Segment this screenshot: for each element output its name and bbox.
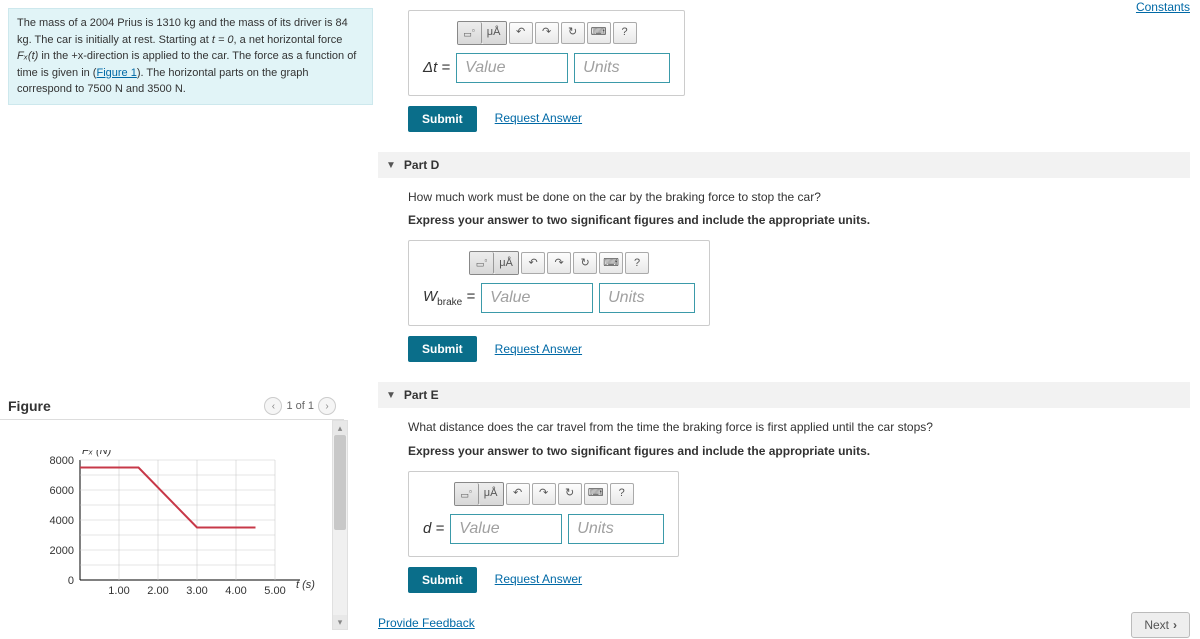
var-fx: Fₓ(t)	[17, 50, 38, 62]
units-button[interactable]: μÅ	[479, 483, 503, 505]
problem-statement: The mass of a 2004 Prius is 1310 kg and …	[8, 8, 373, 105]
problem-text: and 3500	[123, 83, 175, 95]
scroll-down-icon[interactable]: ▾	[333, 615, 347, 629]
keyboard-button[interactable]: ⌨	[599, 252, 623, 274]
xtick: 5.00	[264, 585, 285, 597]
redo-button[interactable]: ↷	[535, 22, 559, 44]
redo-button[interactable]: ↷	[532, 483, 556, 505]
units-input-d[interactable]	[599, 283, 695, 313]
ytick: 4000	[50, 515, 74, 527]
part-d-instructions: Express your answer to two significant f…	[408, 211, 1178, 230]
scroll-thumb[interactable]	[334, 435, 346, 530]
part-e-title: Part E	[404, 388, 439, 402]
request-answer-link-d[interactable]: Request Answer	[495, 340, 582, 359]
reset-button[interactable]: ↻	[561, 22, 585, 44]
part-d-question: How much work must be done on the car by…	[408, 188, 1178, 207]
part-e-instructions: Express your answer to two significant f…	[408, 442, 1178, 461]
unit-n: N	[115, 83, 123, 95]
problem-text: The mass of a 2004 Prius is 1310	[17, 17, 184, 29]
undo-button[interactable]: ↶	[521, 252, 545, 274]
xtick: 2.00	[147, 585, 168, 597]
part-d-header[interactable]: ▼ Part D	[378, 152, 1190, 178]
figure-graph: 8000 6000 4000 2000 0 1.00 2.00 3.00 4.0…	[0, 420, 344, 623]
xtick: 3.00	[186, 585, 207, 597]
part-e-question: What distance does the car travel from t…	[408, 418, 1178, 437]
reset-button[interactable]: ↻	[558, 483, 582, 505]
answer-box-c: ▭▫ μÅ ↶ ↷ ↻ ⌨ ? Δt =	[408, 10, 685, 96]
undo-button[interactable]: ↶	[509, 22, 533, 44]
keyboard-button[interactable]: ⌨	[587, 22, 611, 44]
xtick: 1.00	[108, 585, 129, 597]
xtick: 4.00	[225, 585, 246, 597]
var-label-wbrake: Wbrake =	[423, 285, 475, 311]
part-c-section: ▭▫ μÅ ↶ ↷ ↻ ⌨ ? Δt = Submit Request An	[378, 0, 1190, 144]
provide-feedback-link[interactable]: Provide Feedback	[378, 616, 475, 630]
format-toolbar: ▭▫ μÅ ↶ ↷ ↻ ⌨ ?	[423, 251, 695, 275]
figure-next-button[interactable]: ›	[318, 397, 336, 415]
figure-title: Figure	[8, 398, 51, 414]
figure-panel: Figure ‹ 1 of 1 ›	[0, 397, 344, 623]
value-input-d[interactable]	[481, 283, 593, 313]
request-answer-link-c[interactable]: Request Answer	[495, 109, 582, 128]
value-input-c[interactable]	[456, 53, 568, 83]
unit-kg: kg	[184, 17, 196, 29]
redo-button[interactable]: ↷	[547, 252, 571, 274]
var-label-dt: Δt =	[423, 56, 450, 80]
problem-text: and the mass of its driver is 84	[196, 17, 348, 29]
answer-box-e: ▭▫ μÅ ↶ ↷ ↻ ⌨ ? d =	[408, 471, 679, 557]
ytick: 0	[68, 575, 74, 587]
help-button[interactable]: ?	[625, 252, 649, 274]
help-button[interactable]: ?	[613, 22, 637, 44]
template-button[interactable]: ▭▫	[470, 252, 494, 274]
help-button[interactable]: ?	[610, 483, 634, 505]
ytick: 8000	[50, 455, 74, 467]
problem-text: , a net horizontal force	[234, 34, 343, 46]
unit-kg: kg	[17, 34, 29, 46]
answer-box-d: ▭▫ μÅ ↶ ↷ ↻ ⌨ ? Wbrake =	[408, 240, 710, 326]
chevron-right-icon: ›	[1173, 618, 1177, 632]
collapse-icon: ▼	[386, 390, 396, 401]
figure-pager: 1 of 1	[286, 400, 314, 412]
undo-button[interactable]: ↶	[506, 483, 530, 505]
var-t: t = 0	[212, 34, 234, 46]
var-label-d: d =	[423, 517, 444, 541]
units-input-e[interactable]	[568, 514, 664, 544]
part-d-section: ▼ Part D How much work must be done on t…	[378, 152, 1190, 374]
part-e-section: ▼ Part E What distance does the car trav…	[378, 382, 1190, 604]
unit-n: N	[175, 83, 183, 95]
figure-scrollbar[interactable]: ▴ ▾	[332, 420, 348, 630]
value-input-e[interactable]	[450, 514, 562, 544]
scroll-up-icon[interactable]: ▴	[333, 421, 347, 435]
x-axis-label: t (s)	[296, 579, 315, 591]
keyboard-button[interactable]: ⌨	[584, 483, 608, 505]
figure-link[interactable]: Figure 1	[96, 67, 136, 79]
units-input-c[interactable]	[574, 53, 670, 83]
format-toolbar: ▭▫ μÅ ↶ ↷ ↻ ⌨ ?	[423, 21, 670, 45]
reset-button[interactable]: ↻	[573, 252, 597, 274]
problem-text: .	[183, 83, 186, 95]
part-e-header[interactable]: ▼ Part E	[378, 382, 1190, 408]
ytick: 6000	[50, 485, 74, 497]
template-button[interactable]: ▭▫	[455, 483, 479, 505]
collapse-icon: ▼	[386, 160, 396, 171]
submit-button-c[interactable]: Submit	[408, 106, 477, 132]
problem-text: . The car is initially at rest. Starting…	[29, 34, 212, 46]
submit-button-d[interactable]: Submit	[408, 336, 477, 362]
figure-prev-button[interactable]: ‹	[264, 397, 282, 415]
units-button[interactable]: μÅ	[494, 252, 518, 274]
submit-button-e[interactable]: Submit	[408, 567, 477, 593]
part-d-title: Part D	[404, 158, 439, 172]
format-toolbar: ▭▫ μÅ ↶ ↷ ↻ ⌨ ?	[423, 482, 664, 506]
ytick: 2000	[50, 545, 74, 557]
request-answer-link-e[interactable]: Request Answer	[495, 570, 582, 589]
template-button[interactable]: ▭▫	[458, 22, 482, 44]
y-axis-label: Fₓ (N)	[82, 450, 112, 457]
units-button[interactable]: μÅ	[482, 22, 506, 44]
next-button[interactable]: Next›	[1131, 612, 1190, 638]
